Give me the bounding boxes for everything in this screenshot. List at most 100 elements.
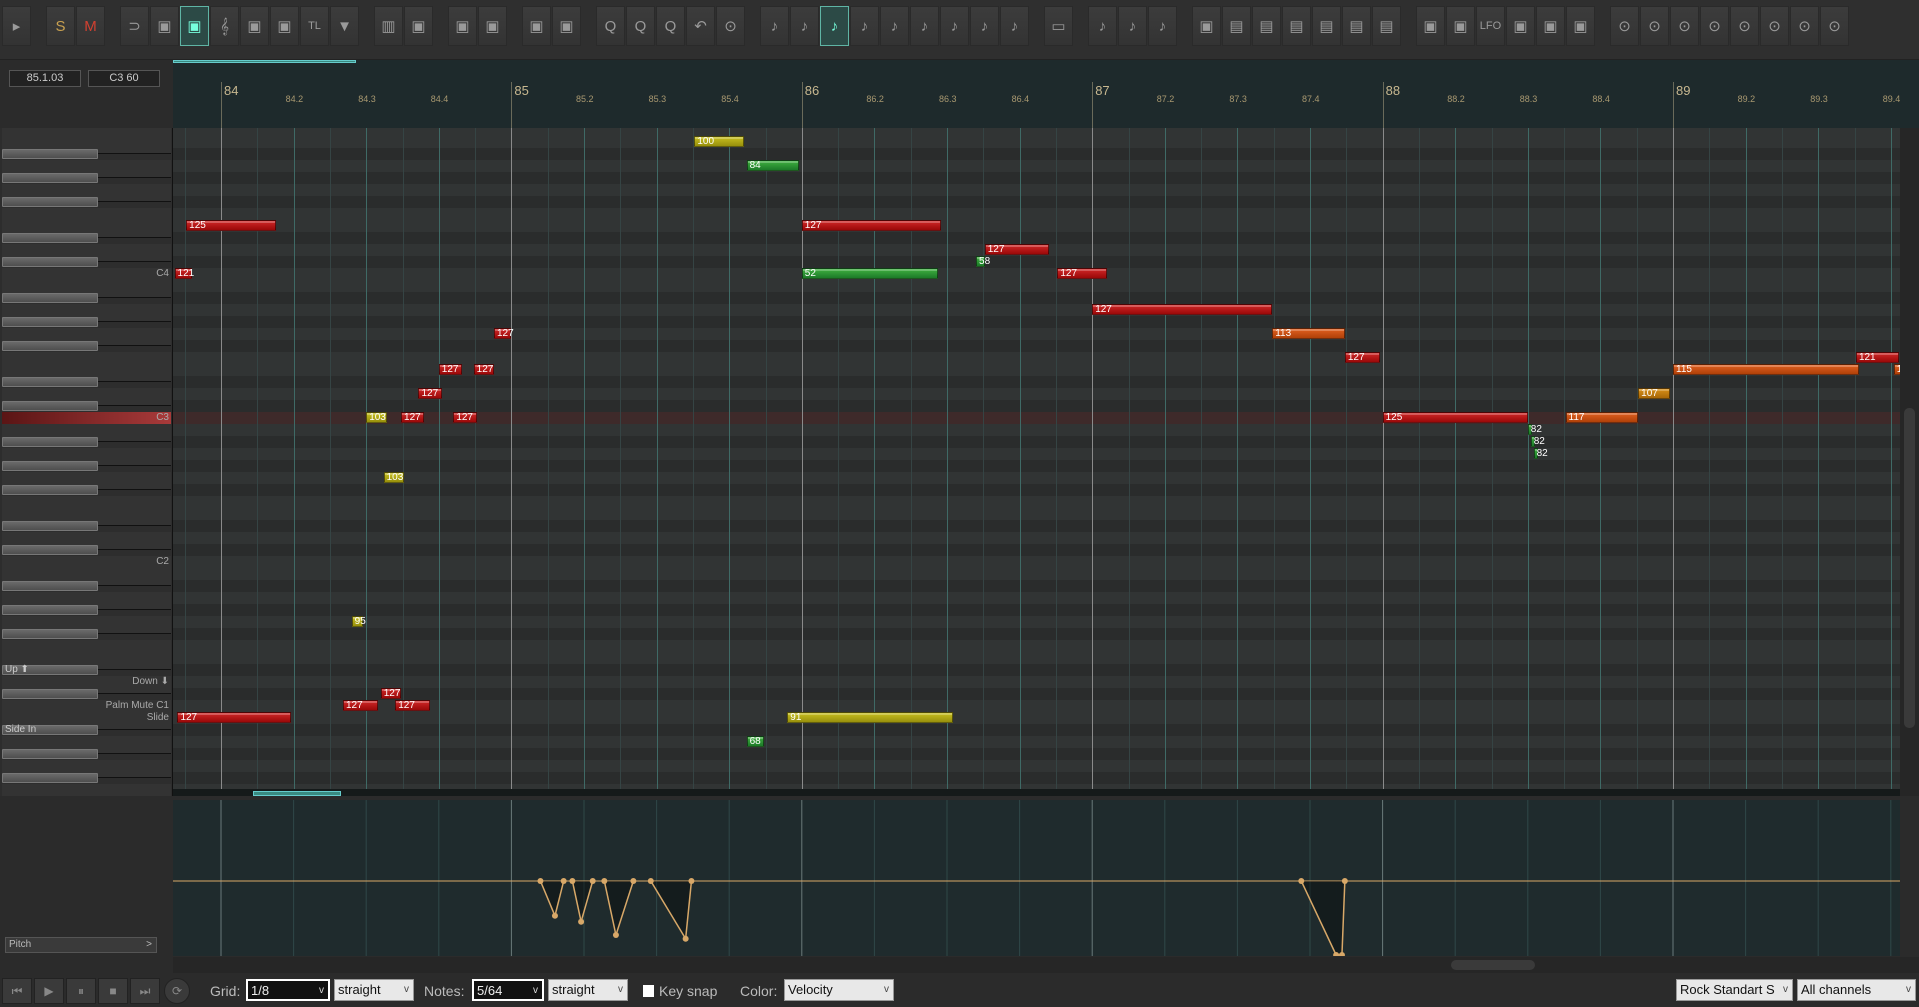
zoom-c-icon[interactable]: ⊙ (1610, 6, 1639, 46)
automation-point[interactable] (1341, 878, 1348, 884)
black-key[interactable] (2, 293, 98, 303)
note[interactable]: 125 (186, 220, 277, 231)
TL-icon[interactable]: TL (300, 6, 329, 46)
automation-point[interactable] (551, 912, 558, 919)
black-key[interactable] (2, 173, 98, 183)
loop-icon[interactable]: ⟳ (164, 978, 190, 1004)
note[interactable]: 82 (1527, 424, 1542, 435)
piano-keyboard[interactable]: C4 C3 C2 Palm Mute C1 Down ⬇ Slide Up ⬆ Side In (0, 128, 173, 796)
notes-mode-select[interactable]: straight v (548, 979, 628, 1001)
stop-button[interactable]: ■ (98, 978, 128, 1004)
black-key[interactable] (2, 689, 98, 699)
note[interactable]: 115 (1673, 364, 1859, 375)
note[interactable]: 127 (1057, 268, 1107, 279)
bars-1-icon[interactable]: ▣ (1416, 6, 1445, 46)
automation-point[interactable] (537, 878, 544, 884)
mute-M-icon[interactable]: M (76, 6, 105, 46)
note[interactable]: 68 (746, 736, 765, 747)
note[interactable]: 127 (801, 220, 942, 231)
play-triangle-icon[interactable]: ▸ (2, 6, 31, 46)
note-sixteenth-icon[interactable]: ♪ (880, 6, 909, 46)
waveform-icon[interactable]: ▣ (1566, 6, 1595, 46)
piano-roll-view-icon[interactable]: ▣ (180, 6, 209, 46)
note[interactable]: 127 (380, 688, 402, 699)
clef-icon[interactable]: 𝄞 (210, 6, 239, 46)
skip-forward-button[interactable]: ⏭ (130, 978, 160, 1004)
vertical-scrollbar[interactable] (1900, 128, 1919, 796)
note[interactable]: 127 (395, 700, 431, 711)
black-key[interactable] (2, 401, 98, 411)
note[interactable]: 127 (401, 412, 425, 423)
channels-select[interactable]: All channels v (1797, 979, 1916, 1001)
solo-S-icon[interactable]: S (46, 6, 75, 46)
curve-icon[interactable]: ▣ (1506, 6, 1535, 46)
note-triplet-32nd-icon[interactable]: ♪ (970, 6, 999, 46)
black-key[interactable] (2, 461, 98, 471)
note-triplet-quarter-icon[interactable]: ♪ (790, 6, 819, 46)
note[interactable]: 127 (438, 364, 463, 375)
note-32nd-icon[interactable]: ♪ (940, 6, 969, 46)
note[interactable]: 125 (1382, 412, 1528, 423)
automation-lane-select[interactable]: Pitch > (5, 937, 157, 953)
automation-point[interactable] (630, 878, 637, 884)
note-dotted-3-icon[interactable]: ♪ (1148, 6, 1177, 46)
overview-handle[interactable] (253, 791, 341, 796)
brush-icon[interactable]: ▣ (1536, 6, 1565, 46)
edit-6-icon[interactable]: ▤ (1372, 6, 1401, 46)
edit-1-icon[interactable]: ▤ (1222, 6, 1251, 46)
black-key[interactable] (2, 545, 98, 555)
paste-after-icon[interactable]: ▣ (478, 6, 507, 46)
note[interactable]: 117 (1565, 412, 1639, 423)
automation-point[interactable] (601, 878, 608, 884)
horizontal-scrollbar[interactable] (173, 957, 1919, 973)
note[interactable]: 95 (351, 616, 366, 627)
note[interactable]: 91 (787, 712, 953, 723)
note-dotted-1-icon[interactable]: ♪ (1088, 6, 1117, 46)
note-triplet-eighth-icon[interactable]: ♪ (850, 6, 879, 46)
automation-lane[interactable] (173, 800, 1900, 958)
zoom-up-icon[interactable]: ⊙ (1730, 6, 1759, 46)
note[interactable]: 127 (984, 244, 1049, 255)
black-key[interactable] (2, 629, 98, 639)
edit-2-icon[interactable]: ▤ (1252, 6, 1281, 46)
note-dotted-2-icon[interactable]: ♪ (1118, 6, 1147, 46)
insert-marker-right-icon[interactable]: ▣ (552, 6, 581, 46)
note[interactable]: 103 (366, 412, 387, 423)
undo-icon[interactable]: ↶ (686, 6, 715, 46)
quantize-2-icon[interactable]: Q (626, 6, 655, 46)
insert-marker-left-icon[interactable]: ▣ (522, 6, 551, 46)
note[interactable]: 82 (1533, 448, 1548, 459)
color-select[interactable]: Velocity v (784, 979, 894, 1001)
edit-4-icon[interactable]: ▤ (1312, 6, 1341, 46)
black-key[interactable] (2, 605, 98, 615)
automation-point[interactable] (560, 878, 567, 884)
automation-point[interactable] (647, 878, 654, 884)
note-eighth-icon[interactable]: ♪ (820, 6, 849, 46)
note[interactable]: 52 (801, 268, 939, 279)
automation-point[interactable] (682, 935, 689, 942)
filter-icon[interactable]: ▼ (330, 6, 359, 46)
note-triplet-sixteenth-icon[interactable]: ♪ (910, 6, 939, 46)
automation-point[interactable] (578, 918, 585, 925)
automation-point[interactable] (688, 878, 695, 884)
black-key[interactable] (2, 485, 98, 495)
metronome-icon[interactable]: ▣ (150, 6, 179, 46)
zoom-h-icon[interactable]: ⊙ (1670, 6, 1699, 46)
note[interactable]: 127 (418, 388, 442, 399)
key-snap-checkbox[interactable] (643, 985, 654, 997)
zoom-v-icon[interactable]: ⊙ (1760, 6, 1789, 46)
quantize-3-icon[interactable]: Q (656, 6, 685, 46)
automation-point[interactable] (612, 932, 619, 939)
black-key[interactable] (2, 341, 98, 351)
paste-before-icon[interactable]: ▣ (448, 6, 477, 46)
note[interactable]: 121 (1855, 352, 1900, 363)
edit-5-icon[interactable]: ▤ (1342, 6, 1371, 46)
timeline-ruler[interactable]: 84 85 86 87 88 89 84.2 84.3 84.4 85.2 85.3 85.4 86.2… (173, 60, 1919, 128)
note[interactable]: 127 (453, 412, 477, 423)
zoom-a-icon[interactable]: ⊙ (1790, 6, 1819, 46)
note[interactable]: 113 (1272, 328, 1345, 339)
note[interactable]: 84 (746, 160, 799, 171)
zoom-s-icon[interactable]: ⊙ (1820, 6, 1849, 46)
note-64th-icon[interactable]: ♪ (1000, 6, 1029, 46)
black-key[interactable] (2, 377, 98, 387)
